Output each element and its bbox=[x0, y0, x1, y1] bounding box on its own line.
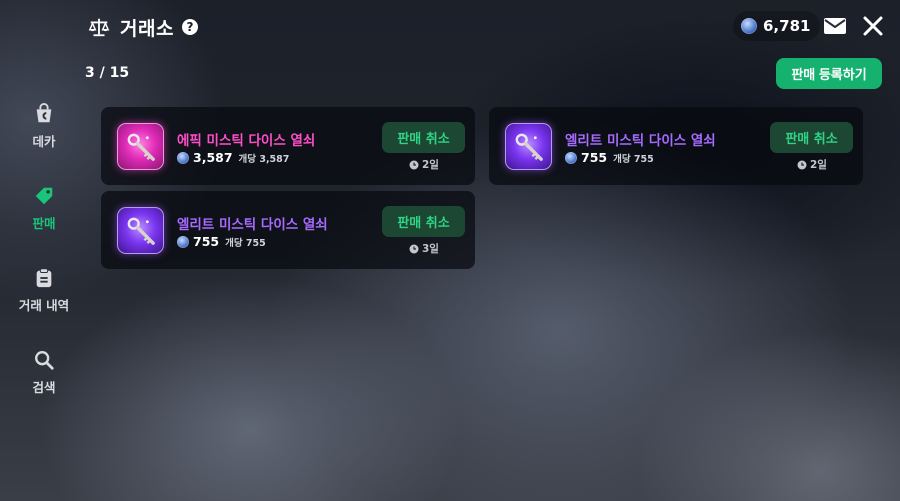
sidebar-item-deka[interactable]: 데카 bbox=[0, 103, 88, 150]
unit-price: 개당 3,587 bbox=[238, 153, 290, 165]
tag-icon bbox=[35, 187, 53, 205]
listing-card: 에픽 미스틱 다이스 열쇠 3,587 개당 3,587 판매 취소 2일 bbox=[101, 107, 475, 185]
price-row: 3,587 개당 3,587 bbox=[177, 150, 289, 165]
item-price: 3,587 bbox=[193, 150, 233, 165]
currency-amount: 6,781 bbox=[763, 17, 811, 35]
item-price: 755 bbox=[193, 234, 220, 249]
page-count: 3 / 15 bbox=[85, 65, 130, 81]
cancel-sale-button[interactable]: 판매 취소 bbox=[382, 206, 465, 237]
close-icon[interactable] bbox=[862, 15, 884, 37]
currency-display: 6,781 bbox=[733, 11, 821, 41]
item-thumbnail bbox=[505, 123, 552, 170]
clock-icon bbox=[409, 244, 419, 253]
help-icon[interactable]: ? bbox=[181, 19, 198, 35]
time-left: 3일 bbox=[422, 243, 439, 255]
key-icon bbox=[127, 217, 155, 245]
key-icon bbox=[515, 133, 543, 161]
cancel-sale-button[interactable]: 판매 취소 bbox=[770, 122, 853, 153]
sidebar-item-sell[interactable]: 판매 bbox=[0, 185, 88, 232]
unit-price: 개당 755 bbox=[225, 237, 266, 249]
cancel-sale-button[interactable]: 판매 취소 bbox=[382, 122, 465, 153]
register-sale-button[interactable]: 판매 등록하기 bbox=[776, 58, 882, 89]
item-thumbnail bbox=[117, 123, 164, 170]
sidebar-item-label: 판매 bbox=[32, 216, 56, 231]
listing-card: 엘리트 미스틱 다이스 열쇠 755 개당 755 판매 취소 2일 bbox=[489, 107, 863, 185]
key-icon bbox=[127, 133, 155, 161]
title-area: 거래소 ? bbox=[88, 13, 198, 41]
price-row: 755 개당 755 bbox=[177, 234, 266, 249]
mail-icon[interactable] bbox=[823, 16, 847, 36]
listing-card: 엘리트 미스틱 다이스 열쇠 755 개당 755 판매 취소 3일 bbox=[101, 191, 475, 269]
header: 거래소 ? 6,781 bbox=[0, 0, 900, 54]
time-remaining: 2일 bbox=[797, 157, 827, 172]
coin-icon bbox=[565, 151, 577, 164]
time-remaining: 2일 bbox=[409, 157, 439, 172]
price-row: 755 개당 755 bbox=[565, 150, 654, 165]
unit-price: 개당 755 bbox=[613, 153, 654, 165]
sidebar-item-search[interactable]: 검색 bbox=[0, 349, 88, 396]
sidebar-item-history[interactable]: 거래 내역 bbox=[0, 267, 88, 314]
sidebar-item-label: 검색 bbox=[32, 380, 56, 395]
item-price: 755 bbox=[581, 150, 608, 165]
time-left: 2일 bbox=[810, 159, 827, 171]
sidebar-item-label: 거래 내역 bbox=[18, 298, 70, 313]
sidebar-item-label: 데카 bbox=[32, 134, 56, 149]
item-thumbnail bbox=[117, 207, 164, 254]
search-icon bbox=[35, 351, 54, 370]
clipboard-icon bbox=[36, 268, 52, 288]
bag-icon bbox=[36, 103, 52, 123]
coin-icon bbox=[177, 151, 189, 164]
item-name: 에픽 미스틱 다이스 열쇠 bbox=[177, 133, 316, 149]
coin-icon bbox=[741, 18, 757, 34]
item-name: 엘리트 미스틱 다이스 열쇠 bbox=[565, 133, 716, 149]
clock-icon bbox=[409, 160, 419, 169]
time-remaining: 3일 bbox=[409, 241, 439, 256]
time-left: 2일 bbox=[422, 159, 439, 171]
clock-icon bbox=[797, 160, 807, 169]
page-title: 거래소 bbox=[120, 17, 174, 40]
coin-icon bbox=[177, 235, 189, 248]
scale-icon bbox=[88, 18, 110, 37]
item-name: 엘리트 미스틱 다이스 열쇠 bbox=[177, 217, 328, 233]
